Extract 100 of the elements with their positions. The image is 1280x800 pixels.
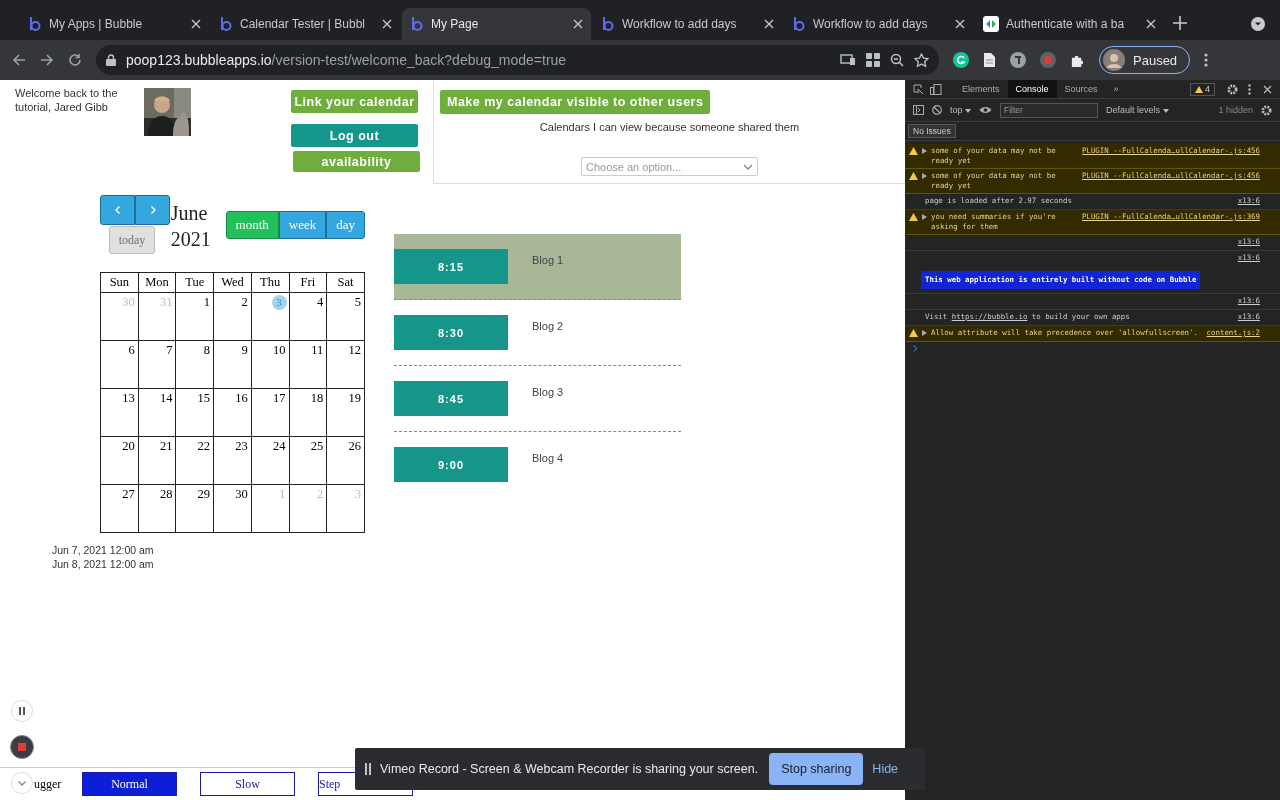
close-icon[interactable] xyxy=(1146,19,1156,29)
day-cell[interactable]: 22 xyxy=(175,436,214,485)
extension-icon[interactable] xyxy=(953,52,969,68)
inspect-icon[interactable] xyxy=(913,83,924,95)
record-icon[interactable] xyxy=(1040,52,1056,68)
close-icon[interactable] xyxy=(1263,84,1272,94)
back-icon[interactable] xyxy=(12,53,26,67)
time-button[interactable]: 8:15 xyxy=(394,249,508,284)
browser-tab[interactable]: Authenticate with a ba xyxy=(975,8,1164,40)
document-icon[interactable] xyxy=(983,52,996,68)
issues-button[interactable]: No Issues xyxy=(908,124,956,138)
day-cell[interactable]: 26 xyxy=(326,436,365,485)
day-cell[interactable]: 25 xyxy=(289,436,327,485)
settings-icon[interactable] xyxy=(1227,83,1238,95)
warning-count[interactable]: 4 xyxy=(1190,82,1215,96)
day-cell[interactable]: 7 xyxy=(138,340,176,389)
day-cell[interactable]: 21 xyxy=(138,436,176,485)
day-cell[interactable]: 12 xyxy=(326,340,365,389)
day-number: 31 xyxy=(159,294,174,310)
clear-icon[interactable] xyxy=(932,105,942,115)
devtools-tab[interactable]: Console xyxy=(1007,80,1057,98)
action-button[interactable]: Log out xyxy=(291,124,418,147)
day-number: 18 xyxy=(310,390,325,406)
day-cell[interactable]: 28 xyxy=(138,484,176,533)
day-cell[interactable]: 15 xyxy=(175,388,214,437)
speed-button[interactable]: Slow xyxy=(200,772,295,796)
stop-sharing-button[interactable]: Stop sharing xyxy=(769,753,864,785)
stop-button[interactable] xyxy=(10,735,34,759)
date-text: Jun 7, 2021 12:00 am xyxy=(52,543,155,557)
browser-tab[interactable]: My Page xyxy=(402,8,591,40)
reload-icon[interactable] xyxy=(68,53,82,67)
cast-icon[interactable] xyxy=(840,54,856,66)
expand-icon[interactable] xyxy=(922,148,927,154)
browser-tab[interactable]: My Apps | Bubble xyxy=(20,8,209,40)
close-icon[interactable] xyxy=(764,19,774,29)
more-icon[interactable] xyxy=(1248,83,1251,95)
logo-icon xyxy=(410,16,424,32)
device-icon[interactable] xyxy=(930,83,944,95)
day-cell[interactable]: 17 xyxy=(251,388,289,437)
new-tab-icon[interactable] xyxy=(1173,16,1187,30)
day-cell[interactable]: 29 xyxy=(175,484,214,533)
speed-button[interactable]: Normal xyxy=(82,772,177,796)
day-cell[interactable]: 5 xyxy=(326,292,365,341)
expand-icon[interactable] xyxy=(922,330,927,336)
zoom-icon[interactable] xyxy=(890,53,904,67)
time-button[interactable]: 8:30 xyxy=(394,315,508,350)
sidebar-icon[interactable] xyxy=(913,105,924,115)
time-button[interactable]: 8:45 xyxy=(394,381,508,416)
day-cell[interactable]: 27 xyxy=(100,484,139,533)
day-cell[interactable]: 1 xyxy=(175,292,214,341)
address-bar[interactable]: poop123.bubbleapps.io/version-test/welcome_back?debug_mode=true xyxy=(96,45,939,75)
day-cell[interactable]: 9 xyxy=(213,340,252,389)
day-cell[interactable]: 11 xyxy=(289,340,327,389)
close-icon[interactable] xyxy=(573,19,583,29)
day-cell[interactable]: 8 xyxy=(175,340,214,389)
prev-button[interactable] xyxy=(100,195,135,225)
star-icon[interactable] xyxy=(914,52,929,68)
expand-icon[interactable] xyxy=(922,173,927,179)
day-cell[interactable]: 23 xyxy=(213,436,252,485)
day-cell[interactable]: 20 xyxy=(100,436,139,485)
devtools-tab[interactable]: Elements xyxy=(954,80,1008,98)
settings-icon[interactable] xyxy=(1261,104,1272,116)
expand-icon[interactable] xyxy=(922,214,927,220)
day-cell[interactable]: 30 xyxy=(213,484,252,533)
tab-search-icon[interactable] xyxy=(1251,17,1265,31)
grid-icon[interactable] xyxy=(866,53,880,67)
levels-select[interactable]: Default levels xyxy=(1106,105,1169,115)
browser-tab[interactable]: Workflow to add days xyxy=(593,8,782,40)
day-cell[interactable]: 19 xyxy=(326,388,365,437)
day-cell[interactable]: 2 xyxy=(213,292,252,341)
close-icon[interactable] xyxy=(382,19,392,29)
day-cell[interactable]: 18 xyxy=(289,388,327,437)
close-icon[interactable] xyxy=(191,19,201,29)
time-button[interactable]: 9:00 xyxy=(394,447,508,482)
filter-field[interactable]: Filter xyxy=(1000,102,1099,118)
time-slot[interactable]: 8:45 Blog 3 xyxy=(394,366,681,432)
day-cell[interactable]: 13 xyxy=(100,388,139,437)
forward-icon[interactable] xyxy=(40,53,54,67)
devtools-tab[interactable]: Sources xyxy=(1056,80,1106,98)
time-slot[interactable]: 8:30 Blog 2 xyxy=(394,300,681,366)
eye-icon[interactable] xyxy=(979,106,993,114)
day-cell[interactable]: 14 xyxy=(138,388,176,437)
pause-button[interactable] xyxy=(11,700,33,722)
close-icon[interactable] xyxy=(955,19,965,29)
menu-icon[interactable] xyxy=(1204,53,1209,67)
time-slot[interactable]: 9:00 Blog 4 xyxy=(394,432,681,497)
browser-tab[interactable]: Workflow to add days xyxy=(784,8,973,40)
profile-button[interactable]: Paused xyxy=(1099,46,1191,74)
day-cell[interactable]: 6 xyxy=(100,340,139,389)
browser-tab[interactable]: Calendar Tester | Bubbl xyxy=(211,8,400,40)
more-tabs-button[interactable]: » xyxy=(1105,80,1127,98)
context-select[interactable]: top xyxy=(950,105,972,115)
day-cell[interactable]: 16 xyxy=(213,388,252,437)
time-slot[interactable]: 8:15 Blog 1 xyxy=(394,234,681,300)
hide-link[interactable]: Hide xyxy=(872,762,899,776)
day-number: 29 xyxy=(197,486,212,502)
day-cell[interactable]: 10 xyxy=(251,340,289,389)
day-cell[interactable]: 24 xyxy=(251,436,289,485)
next-button[interactable] xyxy=(135,195,170,225)
day-cell[interactable]: 4 xyxy=(289,292,327,341)
